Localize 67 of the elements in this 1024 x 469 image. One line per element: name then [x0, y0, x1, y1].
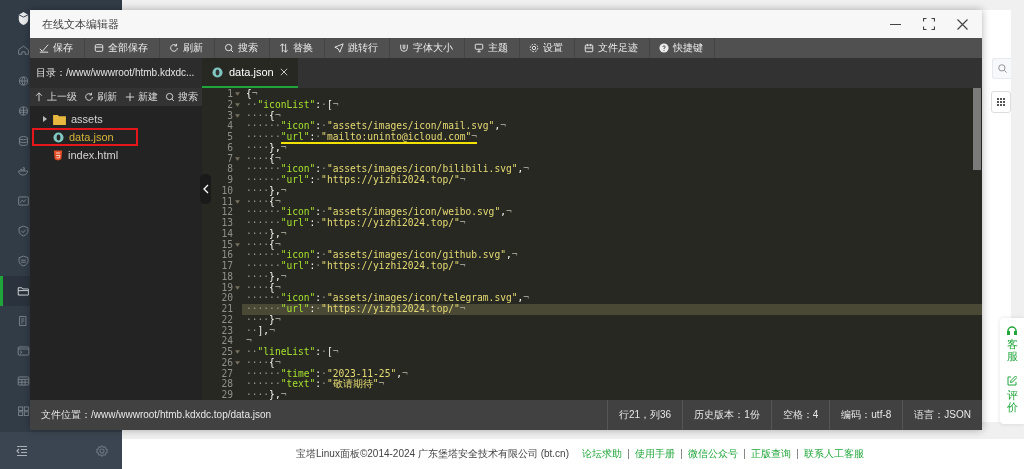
- line-number: 13: [221, 218, 233, 229]
- copyright-text: 宝塔Linux面板©2014-2024 广东堡塔安全技术有限公司 (bt.cn): [296, 447, 570, 461]
- code-line: {¬: [246, 88, 258, 99]
- code-line: ····}¬: [246, 313, 281, 325]
- code-line: ····{¬: [246, 152, 281, 164]
- line-number: 19: [221, 282, 233, 293]
- status-item: 编码：utf-8: [829, 400, 903, 430]
- status-item: 语言：JSON: [902, 400, 982, 430]
- status-item: 行21，列36: [606, 400, 683, 430]
- code-line: ······"icon":·"assets/images/icon/bilibili.svg",¬: [246, 163, 530, 175]
- line-number: 10: [221, 185, 233, 197]
- code-line: ····{¬: [246, 356, 281, 368]
- code-line: ····{¬: [246, 281, 281, 293]
- code-line: ¬: [246, 335, 252, 347]
- line-number: 9: [227, 175, 233, 186]
- line-number: 21: [221, 304, 233, 315]
- line-number: 20: [221, 293, 233, 304]
- code-line: ··"lineList":·[¬: [246, 346, 339, 357]
- code-line: ······"url":·"https://yizhi2024.top/"¬: [246, 260, 466, 271]
- line-number: 3: [227, 110, 233, 121]
- line-number: 29: [221, 390, 233, 400]
- code-line: ····},¬: [246, 184, 287, 196]
- line-number: 2: [227, 99, 233, 111]
- file-location: 文件位置：/www/wwwroot/htmb.kdxdc.top/data.json: [41, 408, 273, 422]
- line-number: 6: [227, 142, 233, 154]
- line-number: 24: [221, 336, 233, 347]
- line-number: 12: [221, 207, 233, 218]
- line-number: 22: [221, 314, 233, 326]
- code-line: ······"icon":·"assets/images/icon/github.svg",¬: [246, 249, 518, 261]
- status-item: 历史版本：1份: [682, 400, 771, 430]
- line-number: 14: [221, 228, 233, 240]
- line-number: 4: [227, 121, 233, 132]
- line-number: 5: [227, 132, 233, 143]
- window-title: 在线文本编辑器: [42, 16, 120, 32]
- line-number: 16: [221, 250, 233, 261]
- line-number: 11: [221, 196, 233, 207]
- code-line: ······"url":·"mailto:uninto@icloud.com"¬: [246, 131, 478, 144]
- code-line: ······"icon":·"assets/images/icon/telegram.svg",¬: [246, 292, 530, 304]
- code-line: ····},¬: [246, 141, 287, 153]
- code-line: ······"url":·"https://yizhi2024.top/"¬: [246, 303, 466, 314]
- code-line: ······"text":·"敬请期待"¬: [246, 378, 385, 390]
- line-number: 27: [221, 368, 233, 379]
- code-line: ····{¬: [246, 195, 281, 207]
- status-item: 空格：4: [770, 400, 830, 430]
- line-number: 17: [221, 261, 233, 272]
- line-number: 18: [221, 271, 233, 283]
- line-number: 7: [227, 153, 233, 164]
- directory-path: 目录：/www/wwwroot/htmb.kdxdc...: [36, 66, 195, 80]
- code-line: ······"time":·"2023-11-25",¬: [246, 367, 408, 379]
- code-line: ······"icon":·"assets/images/icon/mail.svg",¬: [246, 120, 506, 132]
- line-number: 8: [227, 164, 233, 175]
- code-line: ····},¬: [246, 270, 287, 282]
- code-line: ····{¬: [246, 238, 281, 250]
- code-line: ······"url":·"https://yizhi2024.top/"¬: [246, 174, 466, 185]
- code-line: ····},¬: [246, 227, 287, 239]
- line-number: 25: [221, 347, 233, 358]
- code-line: ····{¬: [246, 109, 281, 121]
- code-line: ····},¬: [246, 389, 287, 400]
- line-number: 26: [221, 357, 233, 369]
- line-number: 28: [221, 379, 233, 390]
- code-line: ······"icon":·"assets/images/icon/weibo.svg",¬: [246, 206, 512, 218]
- code-line: ······"url":·"https://yizhi2024.top/"¬: [246, 217, 466, 228]
- code-line: ··],¬: [246, 324, 275, 336]
- line-number: 23: [221, 325, 233, 336]
- line-number: 15: [221, 239, 233, 250]
- code-line: ··"iconList":·[¬: [246, 98, 339, 110]
- line-number: 1: [227, 89, 233, 100]
